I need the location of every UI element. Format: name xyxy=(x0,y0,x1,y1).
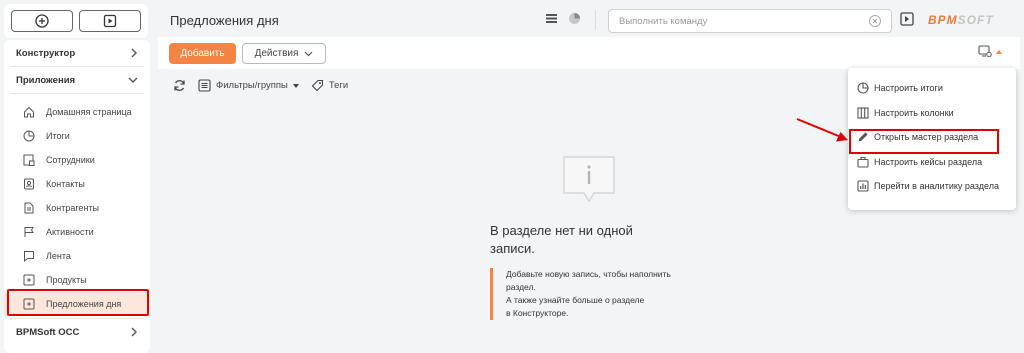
sidebar-item-activities[interactable]: Активности xyxy=(4,220,150,244)
chevron-right-icon xyxy=(131,327,137,337)
flag-icon xyxy=(22,225,36,239)
sidebar-item-label: Домашняя страница xyxy=(46,107,132,117)
sidebar-item-label: Продукты xyxy=(46,275,87,285)
pie-chart-icon xyxy=(856,81,870,95)
product-icon xyxy=(22,273,36,287)
logo: BPMSOFT xyxy=(928,13,994,27)
empty-state-line: А также узнайте больше о разделе xyxy=(506,295,645,305)
home-icon xyxy=(22,105,36,119)
section-apps[interactable]: Приложения xyxy=(4,67,150,93)
page-title: Предложения дня xyxy=(170,13,279,28)
empty-state-title: В разделе нет ни одной записи. xyxy=(490,223,633,256)
view-settings-icon xyxy=(978,45,992,58)
sidebar-item-label: Итоги xyxy=(46,131,70,141)
chevron-right-icon xyxy=(131,48,137,58)
menu-item-setup-columns[interactable]: Настроить колонки xyxy=(848,101,1016,126)
document-icon xyxy=(22,201,36,215)
employees-icon xyxy=(22,153,36,167)
add-circle-icon xyxy=(35,14,49,28)
tag-icon xyxy=(311,79,323,92)
sidebar-item-counterparties[interactable]: Контрагенты xyxy=(4,196,150,220)
menu-item-label: Настроить кейсы раздела xyxy=(874,156,983,167)
filter-bar: Фильтры/группы Теги xyxy=(173,79,360,92)
tags-button[interactable]: Теги xyxy=(311,79,348,92)
command-input[interactable]: Выполнить команду ✕ xyxy=(608,9,892,33)
empty-state-line: раздел. xyxy=(506,282,536,292)
chevron-down-icon xyxy=(128,77,138,83)
caret-up-icon xyxy=(996,49,1002,54)
section-occ-label: BPMSoft OCC xyxy=(16,326,80,338)
play-icon xyxy=(103,14,117,28)
empty-state-line: в Конструкторе. xyxy=(506,308,569,318)
analytics-view-icon[interactable] xyxy=(568,12,581,25)
empty-state-description: Добавьте новую запись, чтобы наполнить р… xyxy=(490,268,710,320)
sidebar-item-label: Лента xyxy=(46,251,71,261)
actions-button[interactable]: Действия xyxy=(242,43,326,64)
menu-item-label: Перейти в аналитику раздела xyxy=(874,181,999,192)
chevron-down-icon xyxy=(304,51,313,56)
filter-list-icon xyxy=(198,79,211,92)
sidebar-top-buttons xyxy=(4,4,148,38)
section-occ[interactable]: BPMSoft OCC xyxy=(4,319,150,345)
section-constructor[interactable]: Конструктор xyxy=(4,40,150,66)
section-apps-label: Приложения xyxy=(16,74,76,86)
add-button[interactable]: Добавить xyxy=(169,43,236,64)
view-settings-button[interactable] xyxy=(978,45,1002,58)
sidebar-item-label: Контрагенты xyxy=(46,203,100,213)
info-bubble-icon xyxy=(563,156,615,203)
run-command-icon[interactable] xyxy=(900,12,914,26)
sidebar-item-label: Контакты xyxy=(46,179,85,189)
menu-item-label: Настроить колонки xyxy=(874,107,954,118)
add-circle-button[interactable] xyxy=(11,10,73,32)
command-input-placeholder: Выполнить команду xyxy=(619,15,708,27)
analytics-icon xyxy=(856,179,870,193)
menu-item-setup-totals[interactable]: Настроить итоги xyxy=(848,76,1016,101)
contact-card-icon xyxy=(22,177,36,191)
menu-item-label: Настроить итоги xyxy=(874,83,943,94)
actions-button-label: Действия xyxy=(254,48,299,59)
refresh-button[interactable] xyxy=(173,79,186,92)
annotation-highlight-menu xyxy=(849,129,999,154)
menu-item-go-to-analytics[interactable]: Перейти в аналитику раздела xyxy=(848,174,1016,199)
sidebar-item-label: Активности xyxy=(46,227,94,237)
tags-label: Теги xyxy=(328,80,349,91)
briefcase-icon xyxy=(856,155,870,169)
sidebar-item-contacts[interactable]: Контакты xyxy=(4,172,150,196)
sidebar-item-feed[interactable]: Лента xyxy=(4,244,150,268)
filters-groups-label: Фильтры/группы xyxy=(216,80,288,91)
divider xyxy=(595,10,596,30)
sidebar-item-employees[interactable]: Сотрудники xyxy=(4,148,150,172)
toolbar: Добавить Действия xyxy=(158,37,1020,69)
annotation-highlight-sidebar xyxy=(7,289,149,316)
section-constructor-label: Конструктор xyxy=(16,47,76,59)
columns-icon xyxy=(856,106,870,120)
header-view-icons xyxy=(545,12,581,25)
play-button[interactable] xyxy=(79,10,141,32)
sidebar-item-totals[interactable]: Итоги xyxy=(4,124,150,148)
list-view-icon[interactable] xyxy=(545,12,558,25)
pie-chart-icon xyxy=(22,129,36,143)
refresh-icon xyxy=(174,80,185,91)
chat-icon xyxy=(22,249,36,263)
sidebar-item-label: Сотрудники xyxy=(46,155,95,165)
filters-groups-dropdown[interactable]: Фильтры/группы xyxy=(198,79,299,92)
annotation-arrow-icon xyxy=(796,118,848,142)
empty-state-line: Добавьте новую запись, чтобы наполнить xyxy=(506,269,671,279)
sidebar-item-home[interactable]: Домашняя страница xyxy=(4,100,150,124)
clear-icon[interactable]: ✕ xyxy=(869,15,881,27)
caret-down-icon xyxy=(292,83,299,88)
